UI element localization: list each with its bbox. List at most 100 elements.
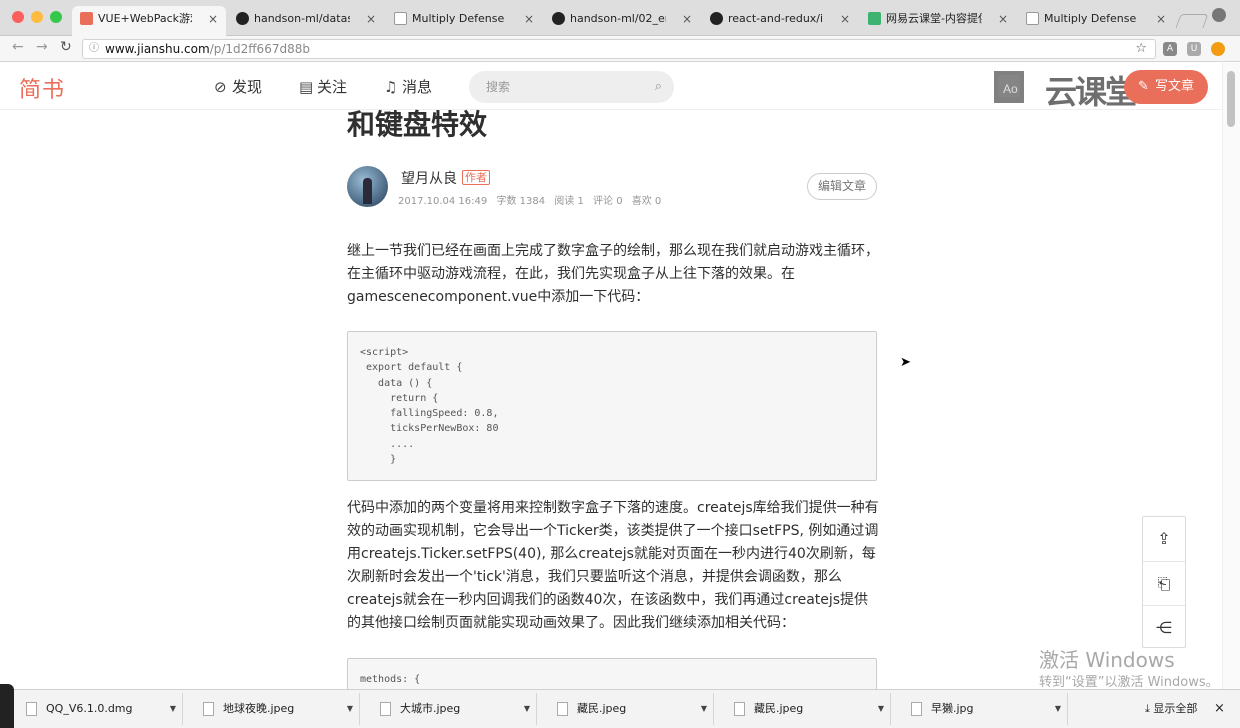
download-item[interactable]: 早獭.jpg ▼ [893, 693, 1068, 725]
tab-close-icon[interactable]: × [998, 6, 1008, 32]
tab-close-icon[interactable]: × [840, 6, 850, 32]
close-download-bar-icon[interactable]: × [1214, 693, 1225, 725]
github-icon [236, 12, 249, 25]
download-filename: 藏民.jpeg [577, 702, 627, 715]
back-arrow-icon[interactable]: ← [12, 39, 24, 55]
nav-label: 发现 [232, 78, 263, 96]
extension-a-icon[interactable]: A [1163, 42, 1177, 56]
profile-icon[interactable] [1212, 8, 1226, 22]
chevron-down-icon[interactable]: ▼ [1055, 693, 1061, 725]
show-all-label: 显示全部 [1153, 702, 1198, 715]
download-filename: 早獭.jpg [931, 702, 974, 715]
download-filename: 地球夜晚.jpeg [223, 702, 295, 715]
share-icon[interactable]: ⋲ [1143, 605, 1185, 649]
code-line: methods: { [360, 674, 421, 685]
new-tab-button[interactable] [1175, 14, 1209, 28]
watermark-text: 云课堂 [1045, 73, 1137, 111]
read-count: 阅读 1 [554, 196, 584, 207]
side-toolbar: ⇪ ⎗ ⋲ [1142, 516, 1186, 648]
star-icon[interactable]: ☆ [1135, 40, 1147, 58]
download-item[interactable]: QQ_V6.1.0.dmg ▼ [8, 693, 183, 725]
jianshu-logo[interactable]: 简书 [19, 72, 65, 104]
show-all-downloads-button[interactable]: ⤓ 显示全部 [1145, 693, 1197, 725]
chevron-down-icon[interactable]: ▼ [878, 693, 884, 725]
author-badge: 作者 [462, 170, 490, 185]
window-minimize-button[interactable] [31, 11, 43, 23]
compass-icon: ⊘ [214, 78, 227, 96]
info-icon[interactable]: ⓘ [89, 40, 99, 58]
code-line: export default { [360, 362, 463, 374]
code-line: fallingSpeed: 0.8, [360, 408, 499, 420]
window-zoom-button[interactable] [50, 11, 62, 23]
tab-3[interactable]: handson-ml/02_end_to × [544, 6, 700, 36]
tab-label: 网易云课堂-内容提供方 [886, 12, 982, 25]
article-paragraph: 继上一节我们已经在画面上完成了数字盒子的绘制，那么现在我们就启动游戏主循环，在主… [347, 243, 879, 305]
article-meta: 2017.10.04 16:49 字数 1384 阅读 1 评论 0 喜欢 0 [398, 192, 667, 207]
extension-orange-icon[interactable] [1211, 42, 1225, 56]
file-icon [380, 702, 391, 716]
nav-label: 消息 [402, 78, 433, 96]
windows-activation-watermark: 激活 Windows 转到“设置”以激活 Windows。 [1039, 648, 1219, 692]
jianshu-favicon-icon [80, 12, 93, 25]
url-field[interactable]: ⓘ www.jianshu.com/p/1d2ff667d88b ☆ [82, 39, 1156, 59]
follow-list-icon: ▤ [299, 78, 314, 96]
nav-discover[interactable]: ⊘ 发现 [214, 76, 262, 97]
tab-close-icon[interactable]: × [524, 6, 534, 32]
file-icon [26, 702, 37, 716]
file-icon [557, 702, 568, 716]
tab-1[interactable]: handson-ml/datasets/h × [228, 6, 384, 36]
code-block: <script> export default { data () { retu… [347, 331, 877, 481]
netease-favicon-icon [868, 12, 881, 25]
nav-follow[interactable]: ▤ 关注 [299, 76, 347, 97]
tab-4[interactable]: react-and-redux/index × [702, 6, 858, 36]
download-item[interactable]: 藏民.jpeg ▼ [716, 693, 891, 725]
download-item[interactable]: 大城市.jpeg ▼ [362, 693, 537, 725]
forward-arrow-icon[interactable]: → [36, 39, 48, 55]
nav-messages[interactable]: ♫ 消息 [384, 76, 432, 97]
download-item[interactable]: 地球夜晚.jpeg ▼ [185, 693, 360, 725]
tab-label: Multiply Defense [1044, 12, 1137, 25]
chevron-down-icon[interactable]: ▼ [701, 693, 707, 725]
code-line: .... [360, 438, 415, 450]
word-count: 字数 1384 [496, 196, 546, 207]
page-scrollbar[interactable] [1222, 63, 1240, 689]
tab-close-icon[interactable]: × [1156, 6, 1166, 32]
bookmark-icon[interactable]: ⎗ [1143, 561, 1185, 605]
extension-u-icon[interactable]: U [1187, 42, 1201, 56]
code-line: } [360, 454, 397, 466]
download-filename: QQ_V6.1.0.dmg [46, 702, 133, 715]
code-line: <script> [360, 347, 409, 358]
tab-close-icon[interactable]: × [208, 6, 218, 32]
window-close-button[interactable] [12, 11, 24, 23]
tab-5[interactable]: 网易云课堂-内容提供方 × [860, 6, 1016, 36]
tab-6[interactable]: Multiply Defense × [1018, 6, 1174, 36]
search-icon[interactable]: ⌕ [655, 71, 662, 103]
edit-article-button[interactable]: 编辑文章 [807, 173, 877, 200]
write-article-button[interactable]: ✎ 写文章 [1124, 70, 1208, 104]
tab-2[interactable]: Multiply Defense × [386, 6, 542, 36]
author-name[interactable]: 望月从良 [401, 168, 457, 188]
chevron-down-icon[interactable]: ▼ [347, 693, 353, 725]
like-count: 喜欢 0 [631, 196, 662, 207]
github-icon [552, 12, 565, 25]
activation-title: 激活 Windows [1039, 648, 1175, 672]
tab-close-icon[interactable]: × [682, 6, 692, 32]
author-avatar[interactable] [347, 166, 388, 207]
code-line: ticksPerNewBox: 80 [360, 423, 499, 435]
github-icon [710, 12, 723, 25]
search-input[interactable]: 搜索 ⌕ [469, 71, 674, 103]
tab-0[interactable]: VUE+WebPack游戏设计 × [72, 6, 226, 36]
nav-label: 关注 [317, 78, 348, 96]
upload-icon[interactable]: ⇪ [1143, 517, 1185, 561]
mouse-cursor-icon: ➤ [900, 355, 911, 370]
tab-close-icon[interactable]: × [366, 6, 376, 32]
reload-icon[interactable]: ↻ [60, 39, 72, 55]
download-filename: 大城市.jpeg [400, 702, 461, 715]
chevron-down-icon[interactable]: ▼ [524, 693, 530, 725]
scrollbar-thumb[interactable] [1227, 71, 1235, 127]
write-article-label: 写文章 [1154, 79, 1194, 94]
chevron-down-icon[interactable]: ▼ [170, 693, 176, 725]
download-item[interactable]: 藏民.jpeg ▼ [539, 693, 714, 725]
file-icon [203, 702, 214, 716]
tab-label: react-and-redux/index [728, 12, 824, 25]
